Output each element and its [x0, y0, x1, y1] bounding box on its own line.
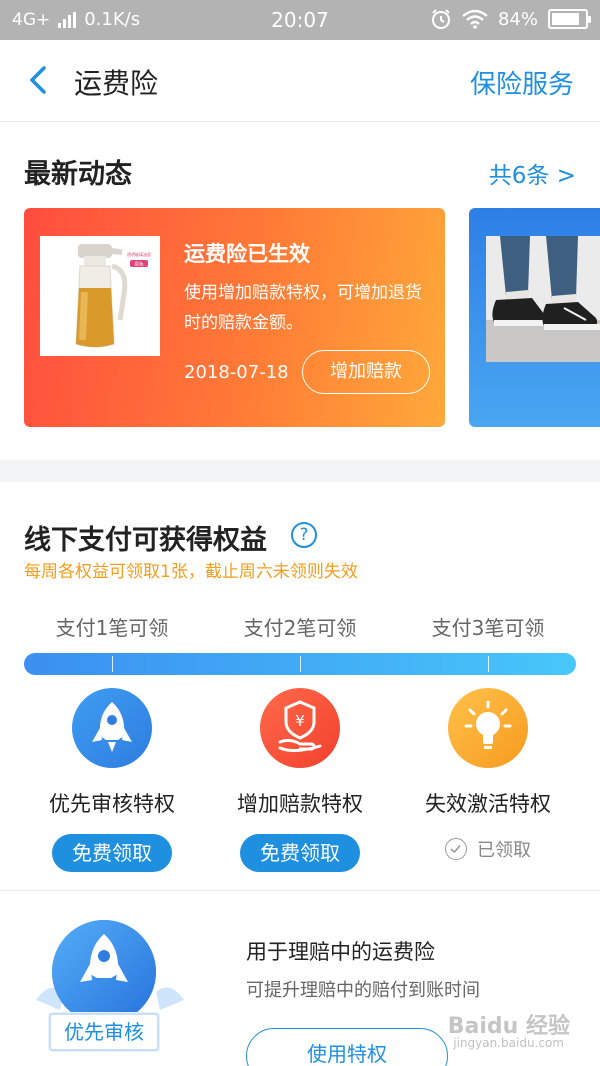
latest-news-heading: 最新动态	[24, 159, 132, 190]
benefit-name: 优先审核特权	[49, 792, 175, 816]
check-icon	[445, 838, 467, 860]
wifi-icon	[462, 9, 488, 29]
page-title: 运费险	[74, 67, 159, 100]
privilege-title: 用于理赔中的运费险	[246, 940, 435, 964]
view-all-link[interactable]: 共6条 >	[489, 156, 576, 190]
oil-bottle-image: 透明玻璃油壶 原色	[40, 236, 160, 356]
benefit-increase-payout: ¥ 增加赔款特权 免费领取	[200, 688, 400, 872]
svg-text:¥: ¥	[295, 712, 305, 730]
progress-bar	[24, 653, 576, 675]
help-icon[interactable]: ?	[291, 522, 317, 548]
step-label: 支付1笔可领	[55, 616, 169, 640]
nav-bar: 运费险 保险服务	[0, 40, 600, 122]
privilege-description: 可提升理赔中的赔付到账时间	[246, 980, 480, 1001]
card-title: 运费险已生效	[184, 242, 310, 266]
alarm-icon	[431, 9, 450, 29]
card-description: 使用增加赔款特权，可增加退货时的赔款金额。	[184, 283, 422, 333]
product-image	[486, 236, 600, 362]
product-image: 透明玻璃油壶 原色	[40, 236, 160, 356]
news-card[interactable]: 透明玻璃油壶 原色 运费险已生效 使用增加赔款特权，可增加退货时的赔款金额。 2…	[24, 208, 445, 427]
battery-icon	[548, 9, 591, 29]
status-bar: 4G+ 0.1K/s 20:07 84%	[0, 0, 600, 40]
claim-free-button[interactable]: 免费领取	[240, 834, 360, 872]
watermark-url: jingyan.baidu.com	[453, 1036, 564, 1050]
image-tag: 原色	[135, 261, 144, 268]
benefit-reactivate: 失效激活特权 已领取	[388, 688, 588, 862]
money-shield-icon: ¥	[260, 688, 340, 768]
benefit-priority-review: 优先审核特权 免费领取	[12, 688, 212, 872]
chevron-left-icon[interactable]	[22, 62, 56, 98]
claim-free-button[interactable]: 免费领取	[52, 834, 172, 872]
section-divider	[0, 890, 600, 891]
news-card-next[interactable]	[469, 208, 600, 427]
battery-percent: 84%	[497, 8, 538, 30]
use-privilege-button[interactable]: 使用特权	[246, 1028, 448, 1066]
sneakers-image	[486, 236, 600, 362]
badge-label: 优先审核	[64, 1020, 144, 1044]
claimed-status: 已领取	[388, 836, 588, 862]
rocket-icon	[72, 688, 152, 768]
priority-review-badge: 优先审核	[30, 900, 190, 1060]
card-date: 2018-07-18	[184, 362, 289, 383]
benefits-notice: 每周各权益可领取1张，截止周六未领则失效	[24, 562, 358, 582]
benefit-name: 增加赔款特权	[237, 792, 363, 816]
step-label: 支付2笔可领	[243, 616, 357, 640]
lightbulb-icon	[448, 688, 528, 768]
increase-payout-button[interactable]: 增加赔款	[302, 350, 430, 394]
claimed-label: 已领取	[477, 840, 531, 861]
image-caption: 透明玻璃油壶	[127, 251, 151, 257]
step-label: 支付3笔可领	[431, 616, 545, 640]
insurance-service-link[interactable]: 保险服务	[470, 64, 574, 101]
benefit-name: 失效激活特权	[425, 792, 551, 816]
section-divider	[0, 460, 600, 482]
benefits-heading: 线下支付可获得权益	[24, 525, 267, 556]
